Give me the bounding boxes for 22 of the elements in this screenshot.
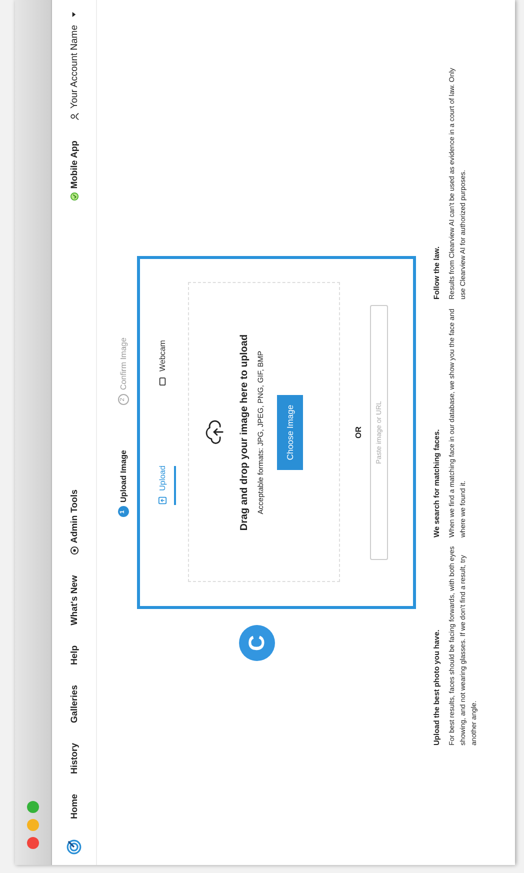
close-button[interactable] [27,837,39,849]
target-icon [70,546,78,556]
square-icon [158,376,167,386]
caret-icon [72,12,76,17]
or-separator: OR [354,426,363,438]
cloud-upload-icon [203,420,225,446]
nav-link[interactable]: What's New [69,575,79,626]
nav-link[interactable]: Admin Tools [69,489,79,556]
choose-image-button[interactable]: Choose Image [277,394,303,470]
nav-link[interactable]: Help [69,645,79,665]
nav-link[interactable]: Galleries [69,684,79,723]
upload-tab[interactable]: Webcam [154,340,176,386]
mobile-app-link[interactable]: Mobile App [69,140,79,201]
logo-icon[interactable] [66,839,82,855]
account-menu[interactable]: Your Account Name [68,12,80,121]
drop-title: Drag and drop your image here to upload [239,334,250,531]
user-icon [70,112,78,121]
check-circle-icon [70,192,78,201]
nav-link[interactable]: Home [69,794,79,819]
file-upload-icon [158,496,167,505]
nav-link[interactable]: History [69,742,79,774]
zoom-button[interactable] [27,801,39,813]
